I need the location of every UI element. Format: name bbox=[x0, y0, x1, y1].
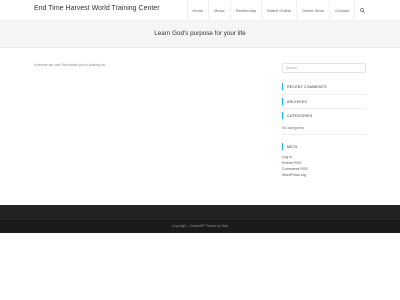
meta-link-comments-rss[interactable]: Comments RSS bbox=[282, 167, 308, 171]
nav-item-watch-online[interactable]: Watch Online bbox=[261, 0, 296, 21]
copyright-text: Copyright - OceanWP Theme by Nick bbox=[171, 224, 229, 228]
widget-divider bbox=[282, 108, 366, 109]
widget-title-recent-comments: RECENT COMMENTS bbox=[282, 83, 366, 90]
widget-title-categories: CATEGORIES bbox=[282, 112, 366, 119]
not-found-message: It seems we can't find what you're looki… bbox=[34, 63, 107, 67]
meta-link-wordpress-org[interactable]: WordPress.org bbox=[282, 173, 306, 177]
nav-item-home[interactable]: Home bbox=[186, 0, 209, 21]
meta-link-entries-rss[interactable]: Entries RSS bbox=[282, 161, 302, 165]
widget-title-archives: ARCHIVES bbox=[282, 98, 366, 105]
nav-item-online-store[interactable]: Online Store bbox=[295, 0, 329, 21]
footer-bottom-bar: Copyright - OceanWP Theme by Nick bbox=[0, 220, 400, 233]
widget-divider bbox=[282, 94, 366, 95]
nav-item-music[interactable]: Music bbox=[208, 0, 229, 21]
nav-item-contact[interactable]: Contact bbox=[329, 0, 354, 21]
site-header: End Time Harvest World Training Center H… bbox=[0, 0, 400, 21]
no-categories-text: No categories bbox=[282, 126, 305, 130]
main-nav: Home Music Partnership Watch Online Onli… bbox=[186, 0, 371, 21]
site-title[interactable]: End Time Harvest World Training Center bbox=[34, 5, 160, 12]
page-title: Learn God's purpose for your life bbox=[154, 30, 246, 37]
search-icon[interactable] bbox=[354, 0, 370, 21]
nav-item-partnership[interactable]: Partnership bbox=[229, 0, 261, 21]
meta-link-log-in[interactable]: Log in bbox=[282, 155, 292, 159]
page-header-banner: Learn God's purpose for your life bbox=[0, 21, 400, 48]
search-icon-glyph bbox=[360, 8, 365, 13]
widget-title-meta: META bbox=[282, 143, 366, 150]
widget-divider bbox=[282, 134, 366, 135]
sidebar-search-input[interactable]: Search bbox=[282, 63, 366, 73]
footer-widgets-area bbox=[0, 205, 400, 220]
